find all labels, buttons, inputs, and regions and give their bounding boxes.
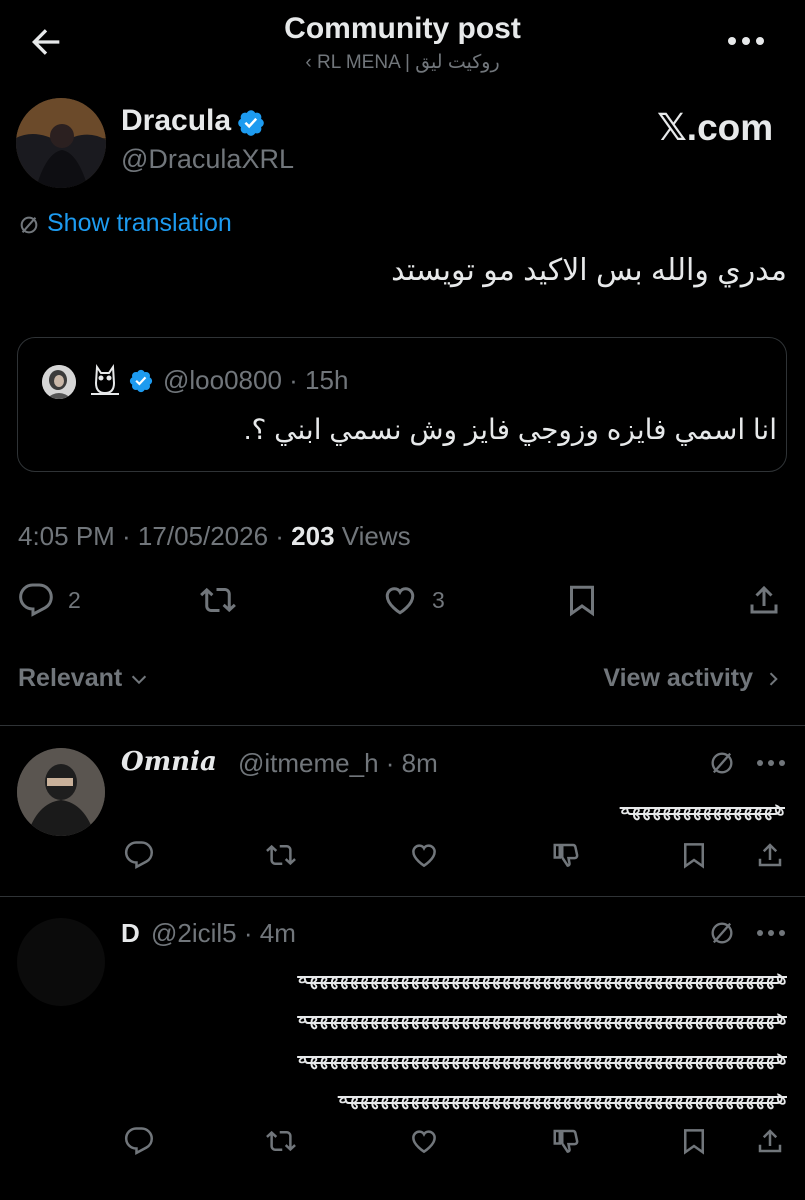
reply-button[interactable]: 2 xyxy=(18,582,81,618)
reply-text-line: هههههههههههههههههههههههههههههههههههههههه… xyxy=(337,1084,787,1109)
repost-icon xyxy=(266,1130,296,1152)
reply-bookmark-button[interactable] xyxy=(679,1126,709,1156)
reply-author-name[interactable]: D xyxy=(121,918,140,949)
translate-reply-icon[interactable] xyxy=(708,919,736,947)
reply-share-button[interactable] xyxy=(755,1126,785,1156)
post-timestamp: 4:05 PM · 17/05/2026 · xyxy=(18,521,292,551)
reply-author-name[interactable]: 𝑶𝒎𝒏𝒊𝒂 xyxy=(121,747,217,777)
x-watermark: 𝕏.com xyxy=(657,107,774,148)
reply-like-button[interactable] xyxy=(409,1126,439,1156)
share-button[interactable] xyxy=(746,582,782,618)
thumbs-down-icon xyxy=(553,1129,579,1153)
bookmark-icon xyxy=(570,585,594,617)
reply-avatar[interactable] xyxy=(17,918,105,1006)
quote-text: انا اسمي فايزه وزوجي فايز وش نسمي ابني ؟… xyxy=(243,414,777,445)
more-dots-icon xyxy=(757,930,785,936)
thumbs-down-icon xyxy=(553,843,579,867)
post-text: مدري والله بس الاكيد مو تويستد xyxy=(391,254,787,287)
share-icon xyxy=(750,585,778,614)
page-title: Community post xyxy=(284,12,521,45)
reply-handle-time[interactable]: @2icil5 · 4m xyxy=(151,918,296,949)
post-meta: 4:05 PM · 17/05/2026 · 203 Views xyxy=(18,521,411,552)
show-translation-link[interactable]: Show translation xyxy=(47,209,232,238)
community-link[interactable]: ‹ RL MENA | روكيت ليق xyxy=(0,51,805,74)
heart-icon xyxy=(385,587,415,615)
share-icon xyxy=(758,1129,782,1153)
avatar-image xyxy=(16,98,106,188)
bookmark-icon xyxy=(684,1129,704,1155)
quote-verified-badge-icon xyxy=(128,368,154,394)
author-name[interactable]: Dracula xyxy=(121,104,231,138)
views-label: Views xyxy=(334,521,411,551)
sort-label: Relevant xyxy=(18,664,123,692)
quote-avatar-image xyxy=(42,365,76,399)
reply-downvote-button[interactable] xyxy=(551,1126,581,1156)
share-icon xyxy=(758,843,782,867)
reply-like-button[interactable] xyxy=(409,840,439,870)
verified-badge-icon xyxy=(236,108,266,138)
bookmark-icon xyxy=(684,843,704,869)
repost-button[interactable] xyxy=(200,582,250,618)
chevron-down-icon xyxy=(132,675,147,684)
sort-dropdown[interactable]: Relevant xyxy=(18,664,150,693)
reply-reply-button[interactable] xyxy=(124,1126,154,1156)
reply-avatar-image xyxy=(17,748,105,836)
translate-reply-icon[interactable] xyxy=(708,749,736,777)
view-activity-link[interactable]: View activity xyxy=(603,664,783,693)
reply-downvote-button[interactable] xyxy=(551,840,581,870)
quote-avatar xyxy=(42,365,76,399)
heart-icon xyxy=(412,844,436,868)
reply-avatar[interactable] xyxy=(17,748,105,836)
divider xyxy=(0,896,805,897)
reply-icon xyxy=(19,583,53,617)
reply-reply-button[interactable] xyxy=(124,840,154,870)
reply-handle-time[interactable]: @itmeme_h · 8m xyxy=(238,748,438,779)
reply-icon xyxy=(124,841,153,869)
author-handle[interactable]: @DraculaXRL xyxy=(121,144,294,175)
reply-bookmark-button[interactable] xyxy=(679,840,709,870)
repost-icon xyxy=(200,587,236,613)
reply-count: 2 xyxy=(68,586,81,613)
author-avatar[interactable] xyxy=(16,98,106,188)
reply-share-button[interactable] xyxy=(755,840,785,870)
view-activity-label: View activity xyxy=(603,664,753,692)
views-count: 203 xyxy=(291,521,335,551)
divider xyxy=(0,725,805,726)
like-count: 3 xyxy=(432,586,445,613)
more-dots-icon xyxy=(728,37,764,45)
reply-text-line: هههههههههههههههههههههههههههههههههههههههه… xyxy=(297,1044,787,1069)
bookmark-button[interactable] xyxy=(564,582,600,618)
reply-text: هههههههههههههههه xyxy=(619,795,785,820)
more-dots-icon xyxy=(757,760,785,766)
chevron-right-icon xyxy=(769,671,778,686)
reply-more-button[interactable] xyxy=(756,928,786,938)
quoted-post[interactable] xyxy=(17,337,787,472)
reply-icon xyxy=(124,1127,153,1155)
reply-text-line: هههههههههههههههههههههههههههههههههههههههه… xyxy=(297,1004,787,1029)
repost-icon xyxy=(266,844,296,866)
reply-repost-button[interactable] xyxy=(266,1126,296,1156)
quote-handle-time: @loo0800 · 15h xyxy=(163,365,349,395)
owl-emoji-icon xyxy=(87,363,123,397)
like-button[interactable]: 3 xyxy=(382,582,445,618)
reply-more-button[interactable] xyxy=(756,758,786,768)
more-options-button[interactable] xyxy=(724,28,768,54)
reply-repost-button[interactable] xyxy=(266,840,296,870)
reply-text-line: هههههههههههههههههههههههههههههههههههههههه… xyxy=(297,964,787,989)
translate-icon xyxy=(18,214,40,236)
heart-icon xyxy=(412,1130,436,1154)
